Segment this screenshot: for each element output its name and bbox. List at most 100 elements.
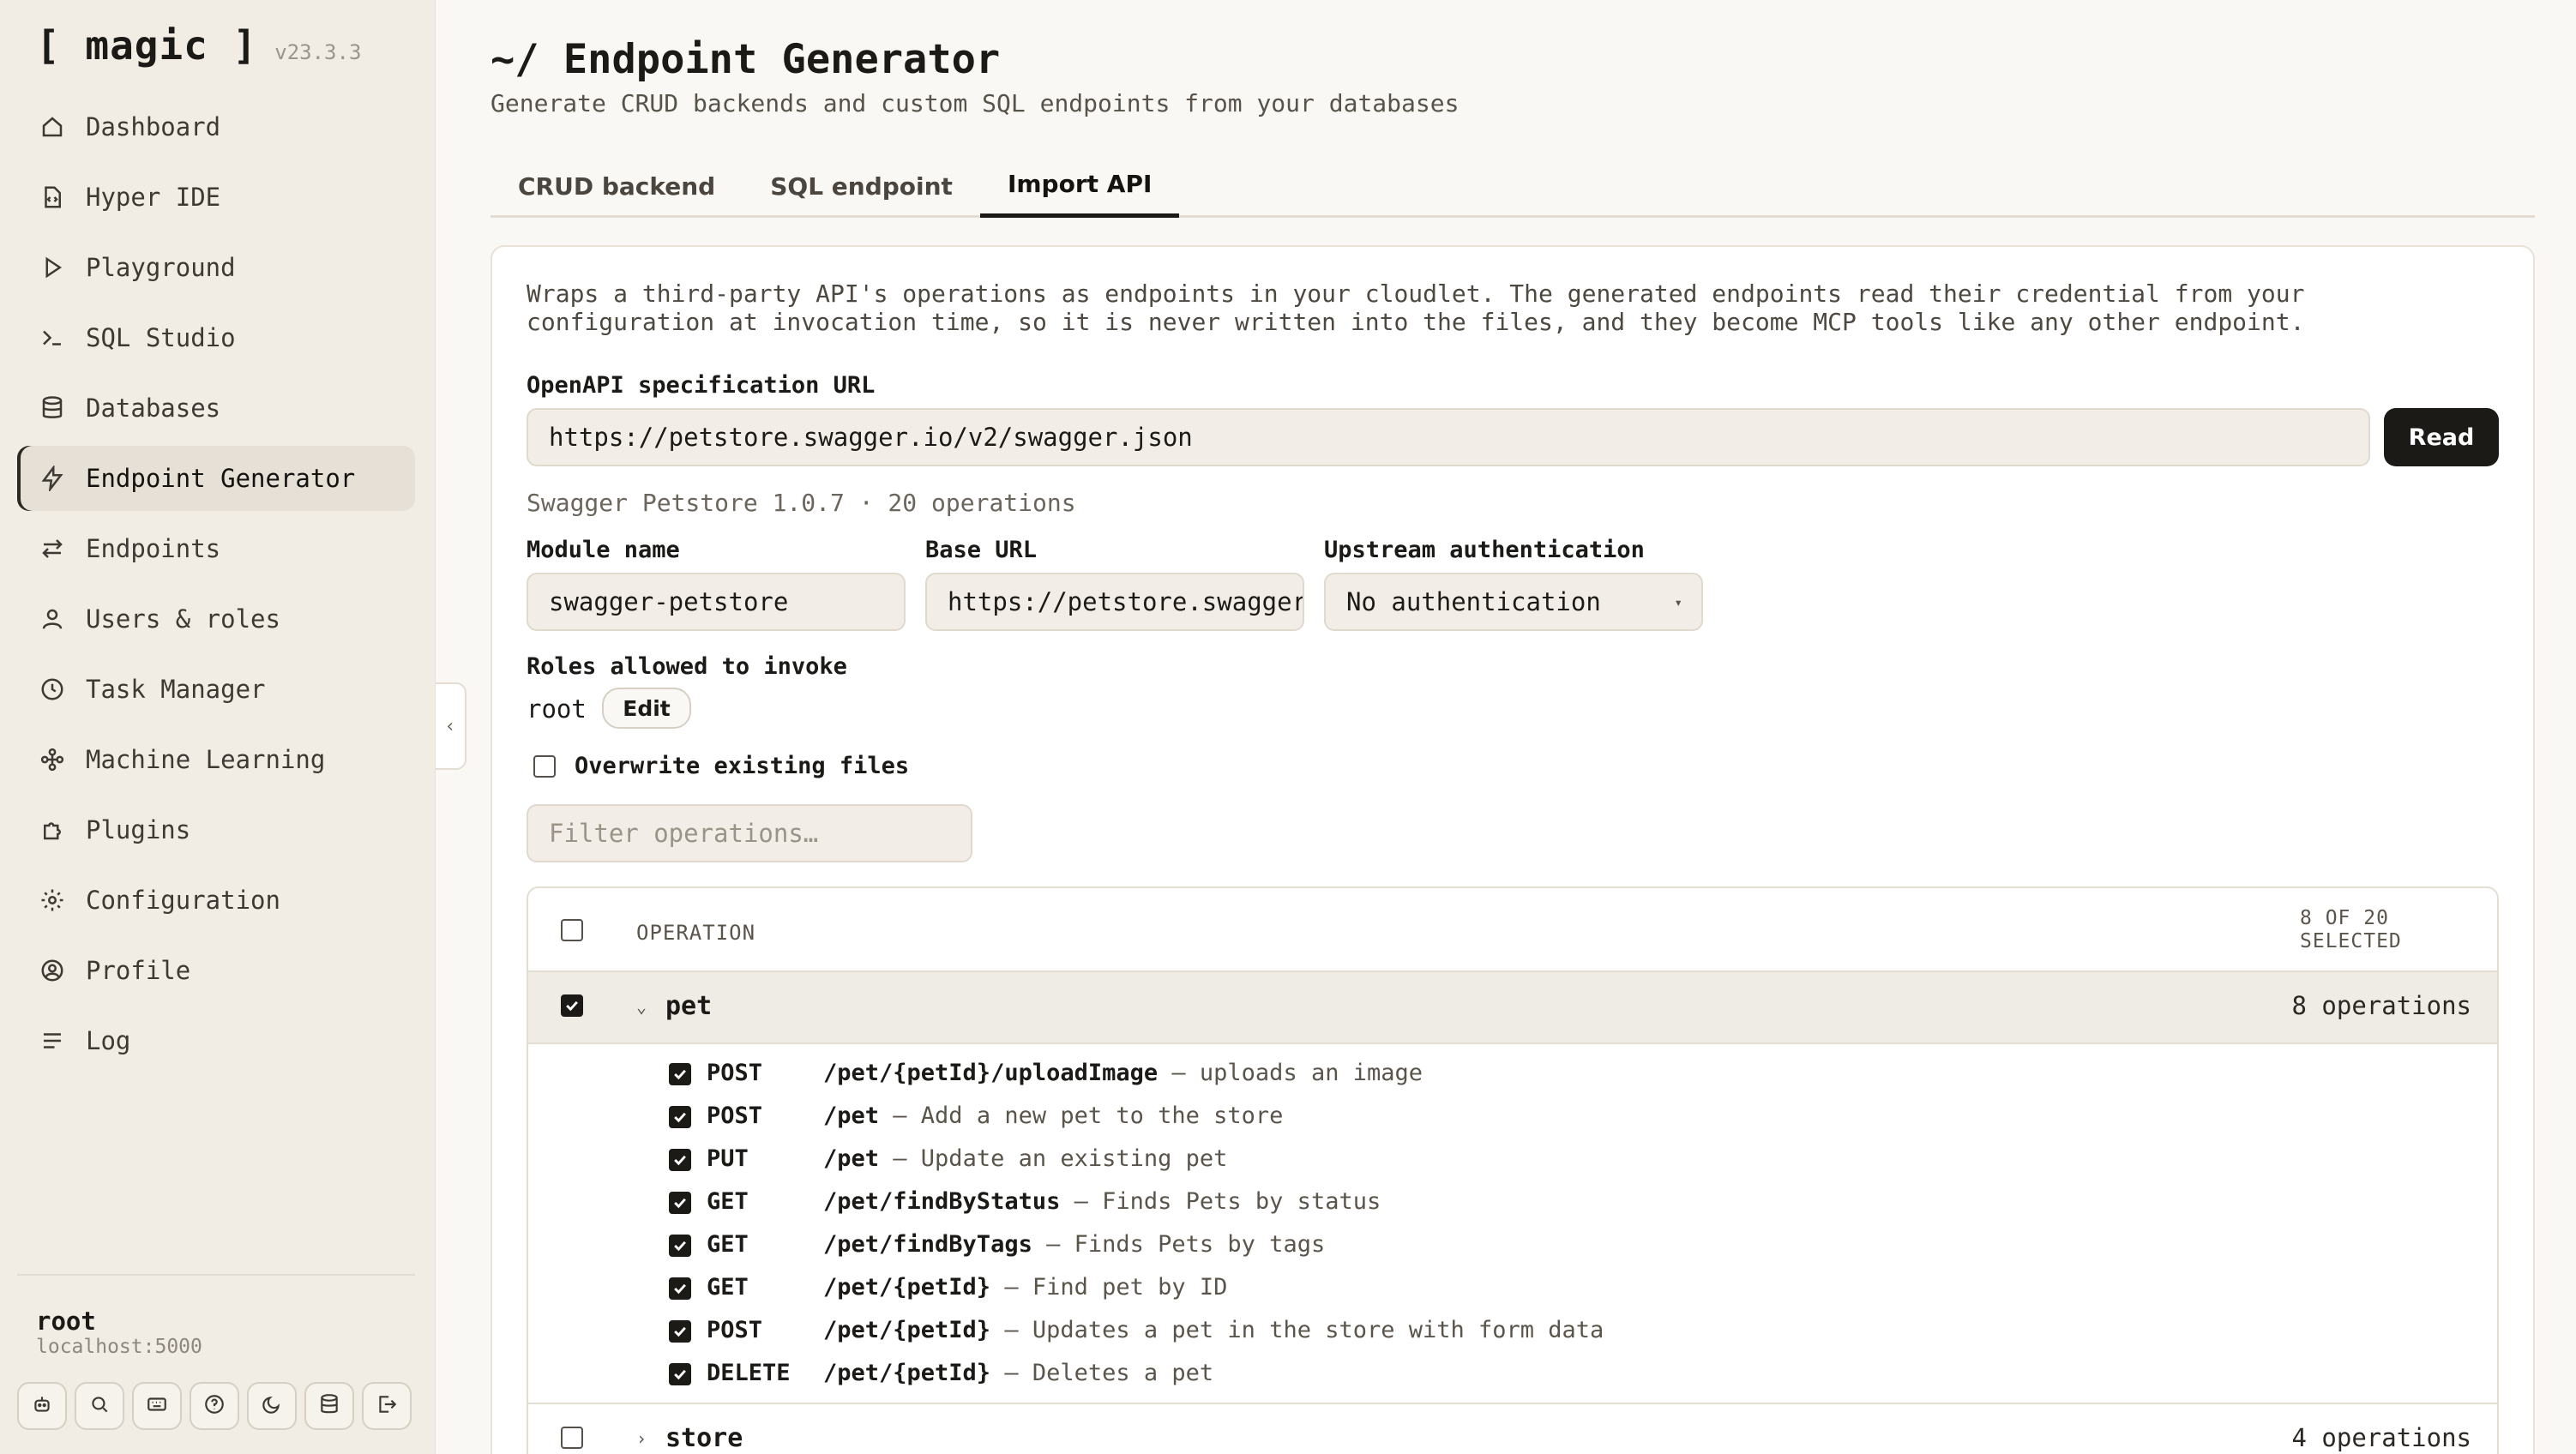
- operation-row[interactable]: GET/pet/findByTags — Finds Pets by tags: [528, 1224, 2497, 1267]
- read-spec-button[interactable]: Read: [2384, 408, 2499, 466]
- sidebar-item-label: Endpoint Generator: [86, 464, 356, 493]
- sidebar-item-log[interactable]: Log: [17, 1008, 415, 1073]
- sidebar-item-label: Task Manager: [86, 675, 266, 704]
- tab-crud-backend[interactable]: CRUD backend: [491, 154, 743, 218]
- current-host: localhost:5000: [36, 1336, 202, 1358]
- generator-tabs: CRUD backend SQL endpoint Import API: [491, 154, 2535, 218]
- roles-label: Roles allowed to invoke: [527, 653, 847, 680]
- arrows-icon: [38, 534, 67, 563]
- operation-checkbox[interactable]: [669, 1063, 691, 1085]
- tab-import-api[interactable]: Import API: [979, 154, 1180, 218]
- operation-checkbox[interactable]: [669, 1363, 691, 1385]
- roles-value: root: [527, 694, 587, 724]
- spec-summary: Swagger Petstore 1.0.7 · 20 operations: [527, 489, 1076, 517]
- operation-path: /pet/{petId}/uploadImage: [823, 1060, 1159, 1086]
- http-method: POST: [707, 1060, 763, 1086]
- sidebar-item-endpoint-generator[interactable]: Endpoint Generator: [17, 446, 415, 511]
- group-name: pet: [665, 991, 713, 1021]
- base-url-input[interactable]: https://petstore.swagger.io/v2: [925, 573, 1304, 631]
- selected-count-line1: 8 OF 20: [2300, 907, 2389, 929]
- terminal-icon: [38, 323, 67, 352]
- operation-row[interactable]: POST/pet/{petId}/uploadImage — uploads a…: [528, 1053, 2497, 1096]
- puzzle-icon: [38, 815, 67, 844]
- selected-count: 8 OF 20 SELECTED: [2300, 907, 2471, 953]
- brand-version: v23.3.3: [274, 40, 362, 64]
- play-icon: [38, 253, 67, 282]
- overwrite-checkbox[interactable]: [533, 755, 556, 778]
- operation-checkbox[interactable]: [669, 1192, 691, 1214]
- operation-checkbox[interactable]: [669, 1149, 691, 1171]
- sidebar-item-users-roles[interactable]: Users & roles: [17, 586, 415, 652]
- moon-button[interactable]: [247, 1382, 297, 1430]
- operation-checkbox[interactable]: [669, 1106, 691, 1128]
- module-name-input[interactable]: swagger-petstore: [527, 573, 906, 631]
- sidebar-item-databases[interactable]: Databases: [17, 376, 415, 441]
- sidebar: [ magic ] v23.3.3 Dashboard Hyper IDE Play…: [0, 0, 436, 1454]
- chevron-right-icon[interactable]: ›: [636, 1428, 647, 1449]
- sidebar-item-label: Plugins: [86, 815, 191, 844]
- operation-row[interactable]: GET/pet/{petId} — Find pet by ID: [528, 1267, 2497, 1310]
- sidebar-item-playground[interactable]: Playground: [17, 235, 415, 300]
- operation-summary: — Deletes a pet: [990, 1360, 1214, 1386]
- sidebar-item-label: Configuration: [86, 886, 280, 915]
- keyboard-button[interactable]: [132, 1382, 182, 1430]
- brand-logo[interactable]: [ magic ]: [36, 22, 257, 69]
- sidebar-item-label: Log: [86, 1026, 131, 1055]
- clock-icon: [38, 675, 67, 704]
- filter-operations-input[interactable]: Filter operations…: [527, 804, 972, 862]
- selected-count-line2: SELECTED: [2300, 930, 2402, 952]
- sidebar-item-label: Endpoints: [86, 534, 221, 563]
- operation-row[interactable]: GET/pet/findByStatus — Finds Pets by sta…: [528, 1181, 2497, 1224]
- operation-path: /pet/{petId}: [823, 1360, 991, 1386]
- group-row-store[interactable]: › store 4 operations: [528, 1404, 2497, 1454]
- group-checkbox[interactable]: [561, 994, 583, 1017]
- help-button[interactable]: [190, 1382, 239, 1430]
- upstream-auth-select[interactable]: No authentication ▾: [1324, 573, 1703, 631]
- operation-checkbox[interactable]: [669, 1320, 691, 1343]
- group-row-pet[interactable]: ⌄ pet 8 operations: [528, 972, 2497, 1044]
- robot-button[interactable]: [17, 1382, 67, 1430]
- operation-path: /pet: [823, 1145, 880, 1172]
- http-method: PUT: [707, 1145, 749, 1172]
- edit-roles-button[interactable]: Edit: [602, 688, 691, 729]
- sidebar-item-dashboard[interactable]: Dashboard: [17, 94, 415, 159]
- base-url-label: Base URL: [925, 537, 1038, 563]
- operation-summary: — Finds Pets by status: [1060, 1188, 1381, 1215]
- sidebar-item-configuration[interactable]: Configuration: [17, 868, 415, 933]
- tab-sql-endpoint[interactable]: SQL endpoint: [743, 154, 980, 218]
- logout-button[interactable]: [362, 1382, 412, 1430]
- database-icon: [38, 394, 67, 423]
- bolt-icon: [38, 464, 67, 493]
- operation-path: /pet: [823, 1103, 880, 1129]
- current-user-name: root: [36, 1307, 96, 1336]
- help-icon: [203, 1393, 226, 1419]
- sidebar-toolbar: [17, 1382, 412, 1430]
- operation-row[interactable]: POST/pet — Add a new pet to the store: [528, 1096, 2497, 1139]
- spec-url-label: OpenAPI specification URL: [527, 372, 876, 399]
- select-all-checkbox[interactable]: [561, 919, 583, 941]
- sidebar-item-endpoints[interactable]: Endpoints: [17, 516, 415, 581]
- operation-row[interactable]: PUT/pet — Update an existing pet: [528, 1139, 2497, 1181]
- collapse-sidebar-button[interactable]: ‹: [436, 682, 466, 770]
- operation-checkbox[interactable]: [669, 1235, 691, 1257]
- sidebar-item-machine-learning[interactable]: Machine Learning: [17, 727, 415, 792]
- operation-checkbox[interactable]: [669, 1277, 691, 1300]
- search-button[interactable]: [75, 1382, 124, 1430]
- database-button[interactable]: [304, 1382, 354, 1430]
- sidebar-item-task-manager[interactable]: Task Manager: [17, 657, 415, 722]
- operation-row[interactable]: DELETE/pet/{petId} — Deletes a pet: [528, 1353, 2497, 1396]
- chevron-down-icon[interactable]: ⌄: [636, 996, 647, 1017]
- operation-row[interactable]: POST/pet/{petId} — Updates a pet in the …: [528, 1310, 2497, 1353]
- sidebar-item-hyper-ide[interactable]: Hyper IDE: [17, 165, 415, 230]
- keyboard-icon: [146, 1393, 168, 1419]
- operation-description: /pet — Add a new pet to the store: [823, 1103, 1283, 1129]
- spec-url-input[interactable]: https://petstore.swagger.io/v2/swagger.j…: [527, 408, 2370, 466]
- operation-description: /pet/{petId} — Updates a pet in the stor…: [823, 1317, 1604, 1343]
- sidebar-item-profile[interactable]: Profile: [17, 938, 415, 1003]
- sidebar-item-sql-studio[interactable]: SQL Studio: [17, 305, 415, 370]
- sidebar-item-plugins[interactable]: Plugins: [17, 797, 415, 862]
- group-checkbox[interactable]: [561, 1427, 583, 1449]
- http-method: POST: [707, 1103, 763, 1129]
- sidebar-divider: [17, 1274, 415, 1276]
- sidebar-item-label: Users & roles: [86, 604, 280, 634]
